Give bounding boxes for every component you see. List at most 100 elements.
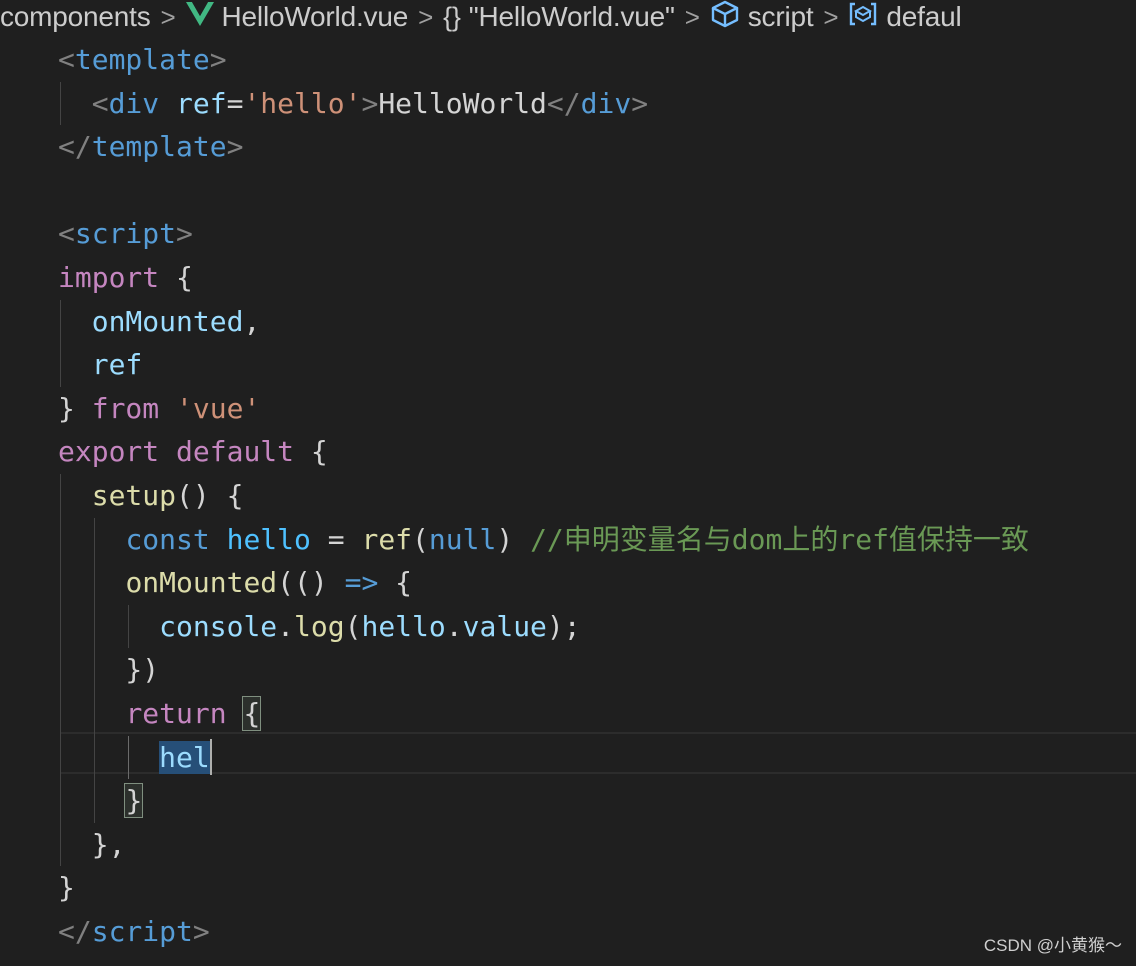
code-line[interactable]: }) <box>58 648 159 692</box>
code-token: > <box>226 130 244 164</box>
breadcrumb-separator-icon: > <box>684 1 700 32</box>
code-token: onMounted <box>58 304 244 338</box>
code-line[interactable]: }, <box>58 823 126 867</box>
indent-guide <box>60 81 61 126</box>
indent-guide <box>128 604 129 649</box>
code-line[interactable]: export default { <box>58 430 328 474</box>
code-comment: //申明变量名与dom上的ref值保持一致 <box>530 522 1029 556</box>
code-token: < <box>58 86 109 120</box>
code-token: > <box>631 86 649 120</box>
code-token: { <box>378 566 413 600</box>
code-line[interactable]: } from 'vue' <box>58 387 260 431</box>
code-token: hello <box>361 609 446 643</box>
code-token: HelloWorld <box>378 86 547 120</box>
code-token: } <box>58 871 75 905</box>
code-line[interactable]: const hello = ref(null) //申明变量名与dom上的ref… <box>58 518 1029 562</box>
breadcrumb-separator-icon: > <box>418 1 434 32</box>
code-line[interactable]: </template> <box>58 125 243 169</box>
code-line[interactable]: onMounted, <box>58 300 261 344</box>
code-token: setup <box>91 479 177 512</box>
code-token: ref <box>176 86 227 120</box>
code-token: (() <box>277 566 345 600</box>
code-line[interactable]: ref <box>58 343 143 387</box>
indent-guide <box>128 735 129 780</box>
code-token: . <box>445 609 463 643</box>
code-line[interactable]: console.log(hello.value); <box>58 605 581 649</box>
code-line[interactable]: hel <box>58 736 212 780</box>
text-cursor <box>209 738 212 775</box>
code-token: } <box>58 391 92 425</box>
breadcrumb-label: components <box>0 1 151 32</box>
code-token: > <box>209 43 227 76</box>
code-token: ( <box>344 609 362 643</box>
code-token: () { <box>176 479 244 512</box>
code-token: < <box>58 43 75 76</box>
breadcrumb-label: HelloWorld.vue <box>221 1 409 32</box>
code-line[interactable]: setup() { <box>58 474 244 518</box>
breadcrumb-label: "HelloWorld.vue" <box>468 1 675 32</box>
code-token: 'hello' <box>243 86 362 120</box>
code-editor[interactable]: <template> <div ref='hello'>HelloWorld</… <box>0 38 1136 958</box>
breadcrumb-separator-icon: > <box>823 1 839 32</box>
code-token: ref <box>58 348 143 382</box>
code-token: ref <box>361 522 413 556</box>
code-line[interactable]: <div ref='hello'>HelloWorld</div> <box>58 82 648 126</box>
breadcrumb-separator-icon: > <box>160 1 176 32</box>
code-token: 'vue' <box>176 391 261 425</box>
code-token: { <box>159 261 193 294</box>
code-token: ); <box>546 609 581 643</box>
code-token: ( <box>412 522 429 556</box>
code-token: div <box>108 86 160 120</box>
code-token: log <box>294 609 345 643</box>
code-token: , <box>243 304 261 338</box>
code-line[interactable]: onMounted(() => { <box>58 561 412 605</box>
code-token: { <box>242 696 262 731</box>
code-token: }) <box>58 653 160 687</box>
cube-icon <box>710 0 740 34</box>
code-token: </ <box>58 915 92 948</box>
breadcrumb: components > HelloWorld.vue > {} "HelloW… <box>0 0 1136 34</box>
code-token: > <box>361 86 379 120</box>
breadcrumb-item-default[interactable]: defaul <box>848 1 962 34</box>
code-token: > <box>192 915 210 948</box>
code-line[interactable]: </script> <box>58 910 210 954</box>
code-token: hello <box>226 522 311 556</box>
braces-icon: {} <box>443 1 461 32</box>
code-token: null <box>428 522 497 556</box>
code-token: hel <box>159 740 210 774</box>
breadcrumb-item-components[interactable]: components <box>0 1 151 33</box>
code-token: ) <box>496 522 531 556</box>
code-token: from <box>91 391 160 425</box>
breadcrumb-item-script[interactable]: script <box>710 0 814 34</box>
code-line[interactable]: import { <box>58 256 193 300</box>
code-token: return <box>125 697 227 730</box>
code-line[interactable]: return { <box>58 692 262 736</box>
code-line[interactable]: } <box>58 779 144 823</box>
code-token: . <box>277 609 295 643</box>
breadcrumb-item-file[interactable]: HelloWorld.vue <box>185 1 409 33</box>
code-token: console <box>159 609 278 643</box>
code-token: </ <box>546 86 581 120</box>
code-token: { <box>294 435 328 469</box>
code-line[interactable]: <script> <box>58 212 193 256</box>
code-token: const <box>125 522 210 556</box>
code-token: script <box>74 217 177 251</box>
code-line[interactable]: <template> <box>58 38 227 82</box>
code-token: import <box>58 261 160 294</box>
breadcrumb-item-module[interactable]: {} "HelloWorld.vue" <box>443 1 675 33</box>
code-token: </ <box>58 130 92 164</box>
code-line[interactable]: } <box>58 866 75 910</box>
indent-guide <box>94 517 95 823</box>
code-token: }, <box>58 827 126 861</box>
breadcrumb-label: defaul <box>886 1 962 32</box>
